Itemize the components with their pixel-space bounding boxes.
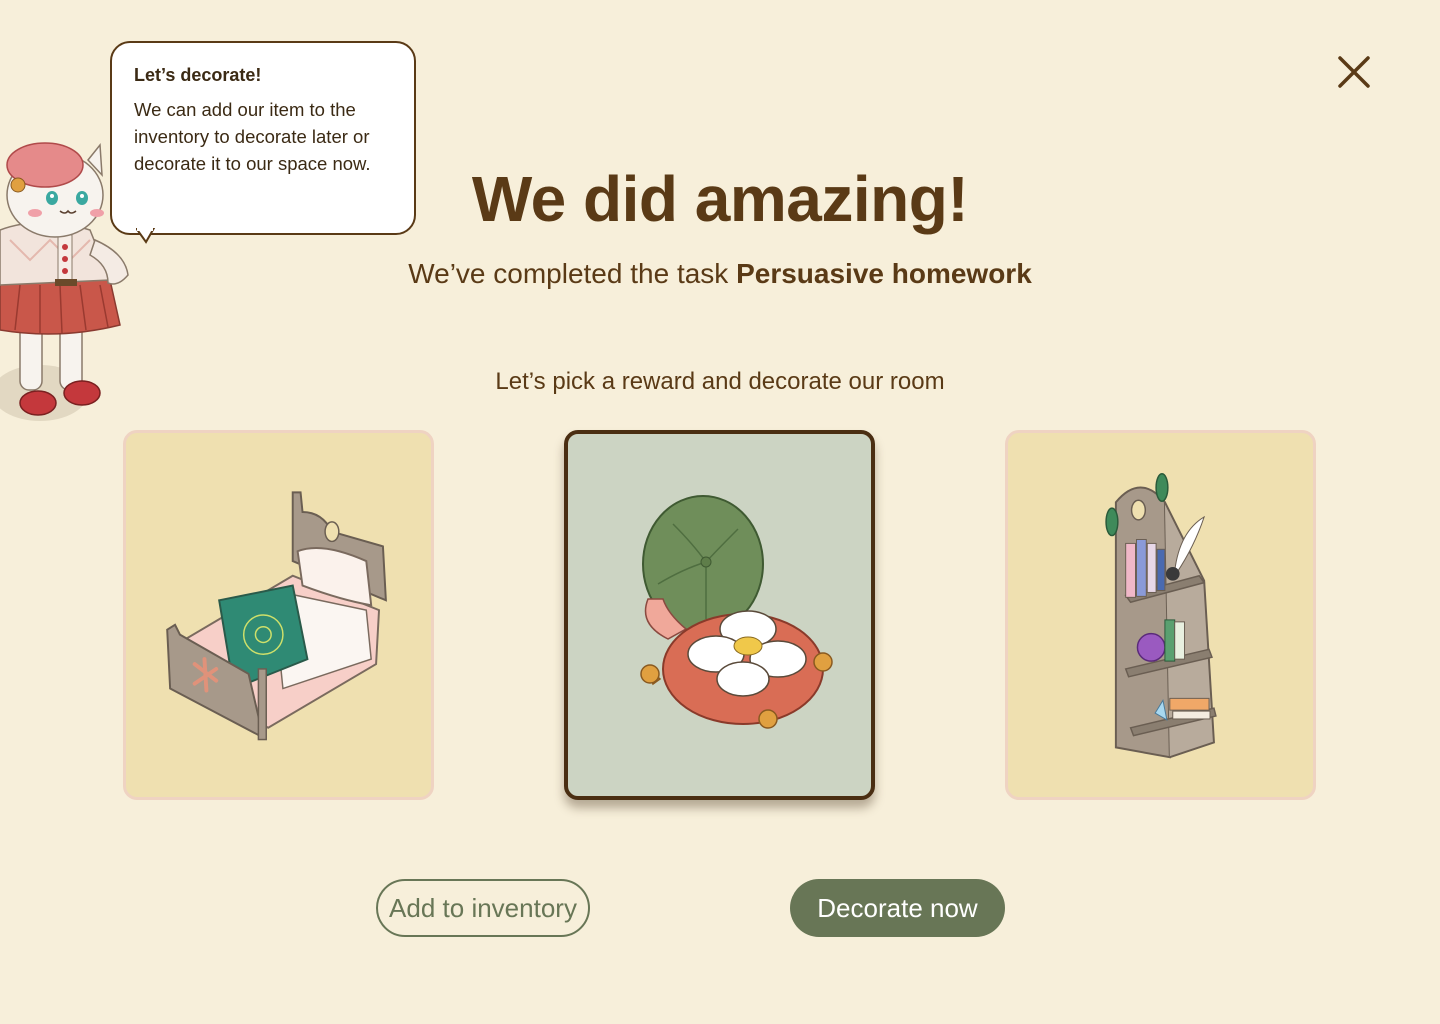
bookshelf-icon [1105,473,1217,759]
decorate-now-button[interactable]: Decorate now [790,879,1005,937]
reward-prompt: Let’s pick a reward and decorate our roo… [495,368,945,395]
tooltip-title: Let’s decorate! [134,65,262,85]
bed-icon [166,491,387,741]
reward-card-bookshelf[interactable] [1005,430,1316,800]
close-icon [1338,56,1370,88]
subtitle-prefix: We’ve completed the task [408,258,737,289]
reward-card-bed[interactable] [123,430,434,800]
page-title: We did amazing! [471,163,969,235]
reward-card-cushion[interactable] [564,430,875,800]
task-name: Persuasive homework [736,258,1032,289]
close-button[interactable] [1334,52,1374,92]
add-to-inventory-button[interactable]: Add to inventory [376,879,590,937]
floor-cushion-icon [640,495,833,729]
task-completed-text: We’ve completed the task Persuasive home… [0,258,1440,290]
